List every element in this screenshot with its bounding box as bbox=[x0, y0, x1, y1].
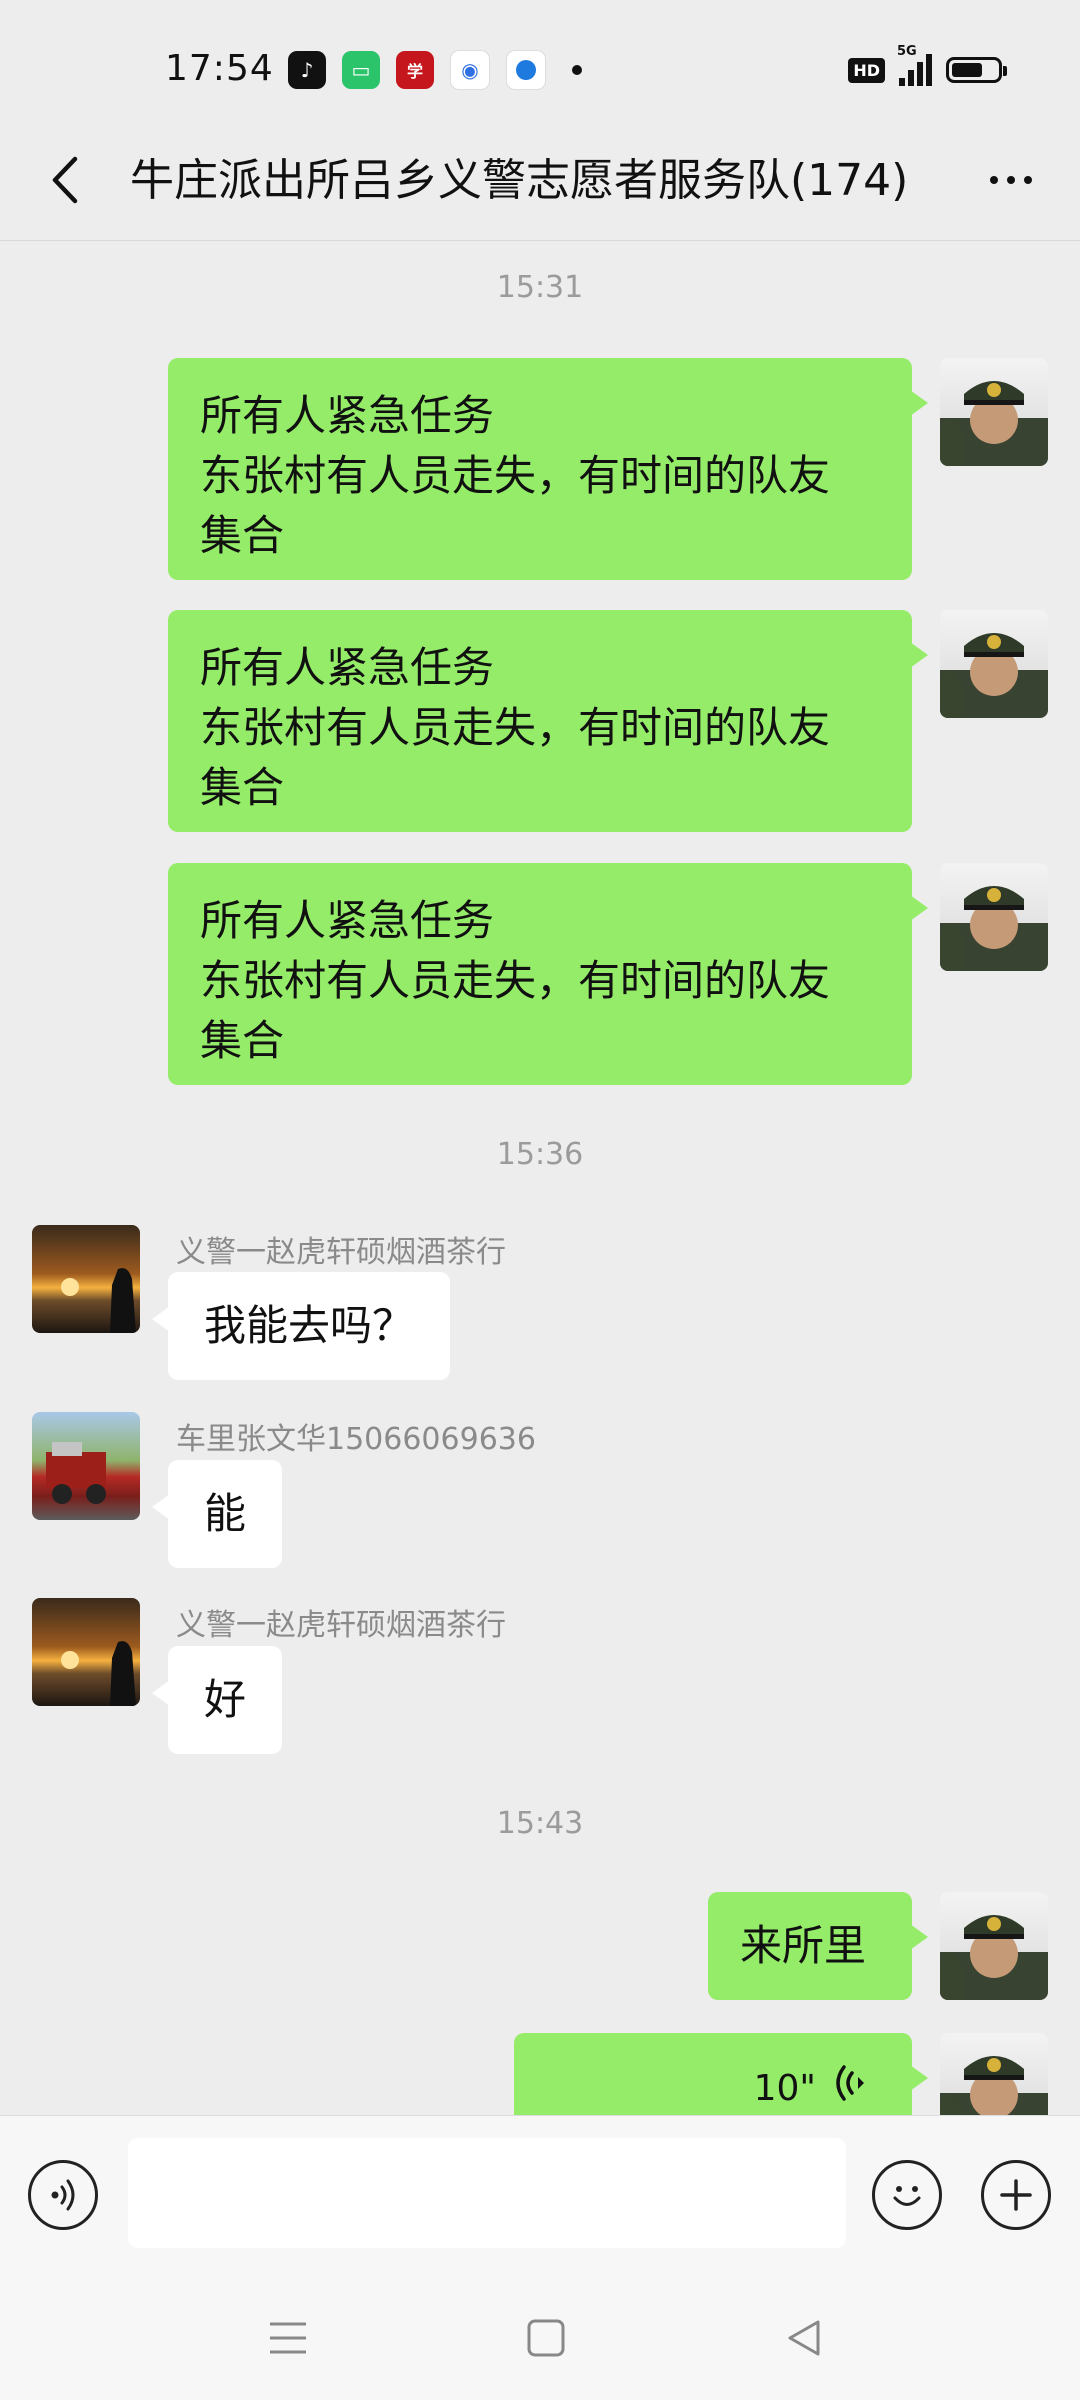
sender-avatar[interactable] bbox=[32, 1412, 140, 1520]
emoji-icon bbox=[893, 2186, 921, 2206]
xuexi-icon: 学 bbox=[396, 51, 434, 89]
system-nav-bar bbox=[0, 2275, 1080, 2400]
message-line: 东张村有人员走失，有时间的队友 bbox=[200, 451, 831, 500]
my-message-bubble[interactable]: 所有人紧急任务 东张村有人员走失，有时间的队友 集合 bbox=[168, 863, 928, 1085]
sender-avatar[interactable] bbox=[32, 1225, 140, 1333]
chat-header: 牛庄派出所吕乡义警志愿者服务队(174) bbox=[0, 120, 1080, 241]
voice-icon bbox=[51, 2179, 75, 2211]
message-input[interactable] bbox=[128, 2138, 846, 2248]
baidu-icon: ◉ bbox=[450, 50, 490, 90]
menu-icon bbox=[270, 2322, 306, 2354]
message-line: 集合 bbox=[200, 763, 285, 812]
message-line: 东张村有人员走失，有时间的队友 bbox=[200, 956, 831, 1005]
my-avatar[interactable] bbox=[940, 1892, 1048, 2000]
emoji-button[interactable] bbox=[872, 2160, 942, 2230]
more-functions-button[interactable] bbox=[981, 2160, 1051, 2230]
circle-app-icon bbox=[506, 50, 546, 90]
more-notifications-dot-icon bbox=[572, 65, 582, 75]
sender-name: 车里张文华15066069636 bbox=[176, 1422, 536, 1457]
home-square-icon bbox=[527, 2319, 565, 2357]
tiktok-icon: ♪ bbox=[288, 51, 326, 89]
message-line: 集合 bbox=[200, 1016, 285, 1065]
plus-icon bbox=[1000, 2179, 1032, 2211]
timestamp: 15:43 bbox=[496, 1806, 584, 1841]
voice-input-button[interactable] bbox=[28, 2160, 98, 2230]
my-avatar[interactable] bbox=[940, 863, 1048, 971]
my-avatar[interactable] bbox=[940, 610, 1048, 718]
my-message-bubble[interactable]: 来所里 bbox=[708, 1892, 928, 2000]
message-line: 集合 bbox=[200, 511, 285, 560]
my-voice-message[interactable]: 10" bbox=[514, 2033, 928, 2115]
system-indicators: HD 5G bbox=[848, 44, 1007, 86]
sender-avatar[interactable] bbox=[32, 1598, 140, 1706]
back-arrow-icon[interactable] bbox=[34, 150, 94, 210]
their-message-bubble[interactable]: 好 bbox=[151, 1646, 283, 1754]
my-avatar[interactable] bbox=[940, 2033, 1048, 2115]
back-nav-button[interactable] bbox=[774, 2313, 834, 2363]
status-bar: 17:54 ♪ ▭ 学 ◉ HD 5G bbox=[0, 0, 1080, 140]
chat-bubble-icon: ▭ bbox=[342, 51, 380, 89]
voice-wave-icon bbox=[836, 2065, 864, 2101]
home-nav-button[interactable] bbox=[516, 2313, 576, 2363]
voice-duration: 10" bbox=[753, 2068, 816, 2109]
message-line: 东张村有人员走失，有时间的队友 bbox=[200, 703, 831, 752]
input-bar bbox=[0, 2115, 1080, 2276]
their-message-bubble[interactable]: 能 bbox=[151, 1460, 283, 1568]
chat-title: 牛庄派出所吕乡义警志愿者服务队(174) bbox=[130, 155, 909, 206]
timestamp: 15:36 bbox=[496, 1137, 584, 1172]
more-options-icon[interactable] bbox=[976, 150, 1046, 210]
menu-nav-button[interactable] bbox=[258, 2313, 318, 2363]
notification-icons: ♪ ▭ 学 ◉ bbox=[288, 50, 582, 90]
timestamp: 15:31 bbox=[496, 270, 584, 305]
message-line: 所有人紧急任务 bbox=[200, 896, 495, 945]
hd-badge: HD bbox=[848, 57, 885, 83]
my-message-bubble[interactable]: 所有人紧急任务 东张村有人员走失，有时间的队友 集合 bbox=[168, 358, 928, 580]
sender-name: 义警一赵虎轩硕烟酒茶行 bbox=[176, 1235, 506, 1270]
sender-name: 义警一赵虎轩硕烟酒茶行 bbox=[176, 1608, 506, 1643]
battery-icon bbox=[946, 57, 1007, 83]
signal-icon: 5G bbox=[897, 44, 932, 86]
message-line: 所有人紧急任务 bbox=[200, 391, 495, 440]
back-triangle-icon bbox=[788, 2320, 820, 2356]
message-list[interactable]: 15:31 所有人紧急任务 东张村有人员走失，有时间的队友 集合 所有人紧急任务… bbox=[0, 240, 1080, 2115]
my-message-bubble[interactable]: 所有人紧急任务 东张村有人员走失，有时间的队友 集合 bbox=[168, 610, 928, 832]
status-time: 17:54 bbox=[165, 48, 274, 89]
their-message-bubble[interactable]: 我能去吗？ bbox=[151, 1272, 451, 1380]
message-line: 所有人紧急任务 bbox=[200, 643, 495, 692]
my-avatar[interactable] bbox=[940, 358, 1048, 466]
network-type-label: 5G bbox=[897, 44, 917, 59]
